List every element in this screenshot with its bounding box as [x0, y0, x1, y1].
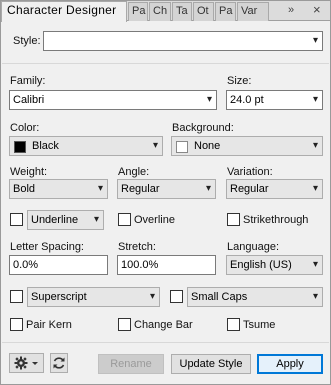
chevron-down-icon: ▾ — [312, 140, 318, 151]
gear-icon — [14, 356, 38, 370]
chevron-down-icon: ▾ — [312, 94, 318, 105]
family-value: Calibri — [13, 94, 45, 106]
variation-label: Variation: — [227, 166, 273, 178]
weight-value: Bold — [13, 183, 36, 195]
divider — [2, 342, 329, 343]
stretch-input[interactable]: 100.0% — [117, 255, 216, 275]
chevron-down-icon: ▾ — [312, 183, 318, 194]
family-label: Family: — [10, 75, 46, 87]
chevron-down-icon: ▾ — [149, 291, 155, 302]
chevron-down-icon: ▾ — [206, 94, 212, 105]
variation-dropdown[interactable]: Regular ▾ — [226, 179, 323, 199]
color-value: Black — [32, 140, 59, 152]
tab-pa-1[interactable]: Pa — [128, 2, 148, 21]
language-value: English (US) — [230, 259, 292, 271]
chevron-down-icon: ▾ — [312, 291, 318, 302]
color-dropdown[interactable]: Black ▾ — [9, 136, 163, 156]
chevron-down-icon: ▾ — [152, 140, 158, 151]
tab-overflow-icon[interactable]: » — [288, 4, 294, 16]
tab-bar: Character Designer Pa Ch Ta Ot Pa Var » … — [1, 1, 330, 22]
language-label: Language: — [227, 241, 279, 253]
family-combo[interactable]: Calibri ▾ — [9, 90, 217, 110]
overline-label: Overline — [134, 214, 175, 226]
angle-label: Angle: — [118, 166, 150, 178]
superscript-dropdown[interactable]: Superscript ▾ — [27, 287, 160, 307]
character-designer-panel: Character Designer Pa Ch Ta Ot Pa Var » … — [0, 0, 331, 385]
tab-character-designer[interactable]: Character Designer — [1, 1, 127, 22]
letter-spacing-label: Letter Spacing: — [10, 241, 84, 253]
language-dropdown[interactable]: English (US) ▾ — [226, 255, 323, 275]
background-label: Background: — [172, 122, 234, 134]
close-icon[interactable]: × — [313, 2, 321, 17]
refresh-button[interactable] — [50, 353, 68, 373]
small-caps-value: Small Caps — [191, 291, 248, 303]
strikethrough-checkbox[interactable] — [227, 213, 240, 226]
pair-kern-checkbox[interactable] — [10, 318, 23, 331]
letter-spacing-input[interactable]: 0.0% — [9, 255, 108, 275]
tab-pa-2[interactable]: Pa — [215, 2, 236, 21]
update-style-button[interactable]: Update Style — [171, 354, 251, 374]
stretch-label: Stretch: — [118, 241, 156, 253]
weight-label: Weight: — [10, 166, 48, 178]
angle-value: Regular — [121, 183, 160, 195]
tab-ch[interactable]: Ch — [149, 2, 171, 21]
background-swatch — [176, 141, 188, 153]
change-bar-label: Change Bar — [134, 319, 193, 331]
color-swatch — [14, 141, 26, 153]
refresh-icon — [53, 357, 65, 369]
color-label: Color: — [10, 122, 40, 134]
change-bar-checkbox[interactable] — [118, 318, 131, 331]
size-combo[interactable]: 24.0 pt ▾ — [226, 90, 323, 110]
chevron-down-icon: ▾ — [93, 214, 99, 225]
overline-checkbox[interactable] — [118, 213, 131, 226]
apply-button[interactable]: Apply — [257, 354, 323, 374]
chevron-down-icon: ▾ — [312, 35, 318, 46]
superscript-value: Superscript — [31, 291, 87, 303]
angle-dropdown[interactable]: Regular ▾ — [117, 179, 216, 199]
strikethrough-label: Strikethrough — [243, 214, 309, 226]
size-label: Size: — [227, 75, 252, 87]
chevron-down-icon: ▾ — [97, 183, 103, 194]
chevron-down-icon: ▾ — [312, 259, 318, 270]
divider — [2, 63, 329, 64]
weight-dropdown[interactable]: Bold ▾ — [9, 179, 108, 199]
rename-button[interactable]: Rename — [98, 354, 164, 374]
underline-value: Underline — [31, 214, 79, 226]
small-caps-dropdown[interactable]: Small Caps ▾ — [187, 287, 323, 307]
superscript-checkbox[interactable] — [10, 290, 23, 303]
tab-ta[interactable]: Ta — [172, 2, 192, 21]
gear-menu-button[interactable] — [9, 353, 44, 373]
size-value: 24.0 pt — [230, 94, 264, 106]
underline-dropdown[interactable]: Underline ▾ — [27, 210, 104, 230]
pair-kern-label: Pair Kern — [26, 319, 72, 331]
underline-checkbox[interactable] — [10, 213, 23, 226]
style-label: Style: — [13, 35, 41, 47]
tsume-checkbox[interactable] — [227, 318, 240, 331]
tsume-label: Tsume — [243, 319, 276, 331]
tab-ot[interactable]: Ot — [193, 2, 214, 21]
tab-var[interactable]: Var — [237, 2, 269, 21]
background-value: None — [194, 140, 221, 152]
background-dropdown[interactable]: None ▾ — [171, 136, 323, 156]
variation-value: Regular — [230, 183, 269, 195]
style-dropdown[interactable]: ▾ — [43, 31, 323, 51]
chevron-down-icon: ▾ — [205, 183, 211, 194]
small-caps-checkbox[interactable] — [170, 290, 183, 303]
